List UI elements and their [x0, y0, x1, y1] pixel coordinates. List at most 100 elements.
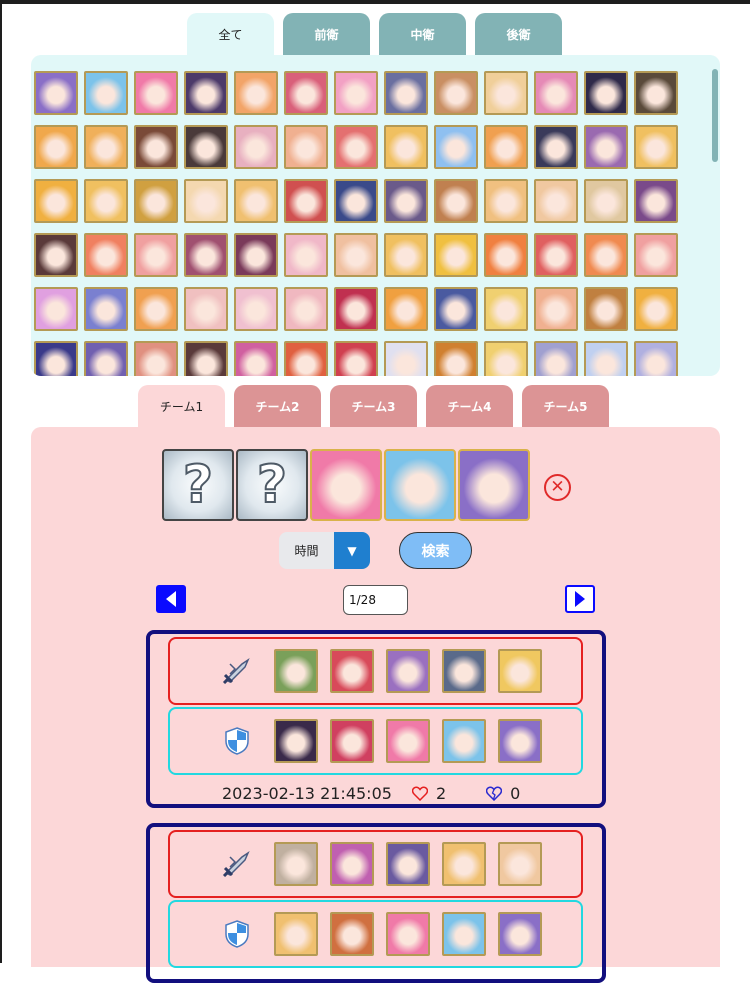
character-thumbnail[interactable]	[434, 71, 478, 115]
tab-back[interactable]: 後衛	[475, 13, 562, 55]
character-thumbnail[interactable]	[534, 125, 578, 169]
tab-team-4[interactable]: チーム4	[426, 385, 513, 427]
tab-team-1[interactable]: チーム1	[138, 385, 225, 427]
character-thumbnail[interactable]	[434, 341, 478, 376]
character-thumbnail[interactable]	[34, 179, 78, 223]
character-thumbnail[interactable]	[234, 287, 278, 331]
character-thumbnail[interactable]	[634, 71, 678, 115]
character-thumbnail[interactable]	[434, 287, 478, 331]
sort-select[interactable]: 時間 ▼	[279, 532, 370, 569]
character-thumbnail[interactable]	[384, 125, 428, 169]
tab-team-5[interactable]: チーム5	[522, 385, 609, 427]
team-slot-character[interactable]	[458, 449, 530, 521]
character-thumbnail[interactable]	[334, 233, 378, 277]
character-thumbnail[interactable]	[534, 179, 578, 223]
character-thumbnail[interactable]	[234, 341, 278, 376]
character-thumbnail[interactable]	[484, 125, 528, 169]
character-thumbnail[interactable]	[384, 287, 428, 331]
character-thumbnail[interactable]	[184, 71, 228, 115]
character-thumbnail[interactable]	[134, 179, 178, 223]
character-thumbnail[interactable]	[34, 341, 78, 376]
character-thumbnail[interactable]	[34, 71, 78, 115]
character-thumbnail[interactable]	[584, 287, 628, 331]
character-thumbnail[interactable]	[334, 341, 378, 376]
character-thumbnail[interactable]	[484, 287, 528, 331]
character-thumbnail[interactable]	[134, 287, 178, 331]
character-thumbnail[interactable]	[634, 233, 678, 277]
character-thumbnail[interactable]	[334, 125, 378, 169]
character-thumbnail[interactable]	[384, 71, 428, 115]
character-thumbnail[interactable]	[584, 71, 628, 115]
character-thumbnail[interactable]	[134, 233, 178, 277]
character-thumbnail[interactable]	[484, 233, 528, 277]
character-thumbnail[interactable]	[334, 287, 378, 331]
character-thumbnail[interactable]	[334, 179, 378, 223]
like-button[interactable]: 2	[411, 784, 446, 803]
search-button[interactable]: 検索	[399, 532, 472, 569]
character-grid-scrollbar[interactable]	[712, 69, 718, 162]
character-thumbnail[interactable]	[634, 125, 678, 169]
character-thumbnail[interactable]	[634, 341, 678, 376]
character-thumbnail[interactable]	[84, 71, 128, 115]
team-slot-character[interactable]	[310, 449, 382, 521]
character-thumbnail[interactable]	[534, 233, 578, 277]
character-thumbnail[interactable]	[584, 233, 628, 277]
tab-all[interactable]: 全て	[187, 13, 274, 55]
character-thumbnail[interactable]	[234, 233, 278, 277]
character-thumbnail[interactable]	[634, 287, 678, 331]
character-thumbnail[interactable]	[434, 233, 478, 277]
character-thumbnail[interactable]	[284, 341, 328, 376]
tab-team-2[interactable]: チーム2	[234, 385, 321, 427]
character-thumbnail[interactable]	[184, 287, 228, 331]
previous-page-button[interactable]	[156, 585, 186, 613]
character-thumbnail[interactable]	[84, 341, 128, 376]
character-thumbnail[interactable]	[484, 341, 528, 376]
character-thumbnail[interactable]	[534, 287, 578, 331]
character-thumbnail[interactable]	[284, 125, 328, 169]
character-thumbnail[interactable]	[34, 125, 78, 169]
character-thumbnail[interactable]	[284, 287, 328, 331]
character-thumbnail[interactable]	[184, 125, 228, 169]
character-thumbnail[interactable]	[384, 179, 428, 223]
tab-middle[interactable]: 中衛	[379, 13, 466, 55]
character-thumbnail[interactable]	[284, 233, 328, 277]
character-thumbnail[interactable]	[284, 71, 328, 115]
character-thumbnail[interactable]	[384, 341, 428, 376]
character-thumbnail[interactable]	[484, 71, 528, 115]
character-thumbnail[interactable]	[584, 179, 628, 223]
page-input[interactable]: 1/28	[343, 585, 408, 615]
character-thumbnail[interactable]	[134, 125, 178, 169]
character-thumbnail[interactable]	[84, 125, 128, 169]
clear-team-button[interactable]: ✕	[544, 474, 571, 501]
character-thumbnail[interactable]	[334, 71, 378, 115]
character-thumbnail[interactable]	[84, 179, 128, 223]
team-slot-empty[interactable]: ?	[162, 449, 234, 521]
character-thumbnail[interactable]	[184, 179, 228, 223]
dislike-button[interactable]: 0	[486, 784, 520, 803]
character-thumbnail[interactable]	[34, 287, 78, 331]
character-thumbnail[interactable]	[134, 341, 178, 376]
character-thumbnail[interactable]	[134, 71, 178, 115]
character-thumbnail[interactable]	[284, 179, 328, 223]
character-thumbnail[interactable]	[484, 179, 528, 223]
character-thumbnail[interactable]	[534, 71, 578, 115]
character-thumbnail[interactable]	[584, 125, 628, 169]
character-thumbnail[interactable]	[234, 179, 278, 223]
character-thumbnail[interactable]	[434, 179, 478, 223]
team-slot-character[interactable]	[384, 449, 456, 521]
character-thumbnail[interactable]	[534, 341, 578, 376]
next-page-button[interactable]	[565, 585, 595, 613]
team-slot-empty[interactable]: ?	[236, 449, 308, 521]
character-thumbnail[interactable]	[184, 341, 228, 376]
character-thumbnail[interactable]	[234, 125, 278, 169]
character-thumbnail[interactable]	[634, 179, 678, 223]
character-thumbnail[interactable]	[384, 233, 428, 277]
character-thumbnail[interactable]	[184, 233, 228, 277]
character-thumbnail[interactable]	[434, 125, 478, 169]
tab-front[interactable]: 前衛	[283, 13, 370, 55]
tab-team-3[interactable]: チーム3	[330, 385, 417, 427]
character-thumbnail[interactable]	[84, 233, 128, 277]
character-thumbnail[interactable]	[84, 287, 128, 331]
character-thumbnail[interactable]	[234, 71, 278, 115]
character-thumbnail[interactable]	[34, 233, 78, 277]
